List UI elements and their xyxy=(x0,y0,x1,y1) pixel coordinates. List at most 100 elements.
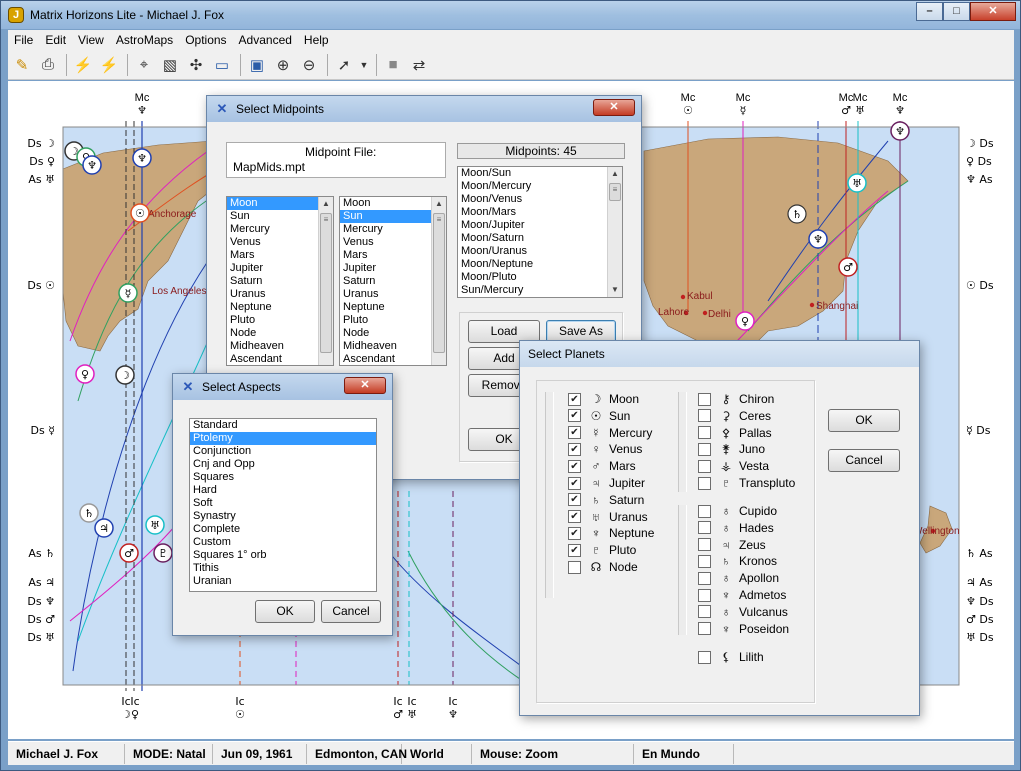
refresh-icon[interactable]: ⇄ xyxy=(407,53,431,77)
planet-row-saturn[interactable]: ✔ ♄ Saturn xyxy=(568,492,644,508)
menu-options[interactable]: Options xyxy=(179,33,232,47)
vesta-checkbox[interactable] xyxy=(698,459,711,473)
close-icon[interactable]: ✕ xyxy=(593,99,635,116)
moon-checkbox[interactable]: ✔ xyxy=(568,392,581,406)
planet-row-admetos[interactable]: ♆ Admetos xyxy=(698,587,786,603)
list-item[interactable]: Moon/Venus xyxy=(458,193,622,206)
list-item[interactable]: Custom xyxy=(190,536,376,549)
planet-row-neptune[interactable]: ✔ ♆ Neptune xyxy=(568,525,654,541)
planet-row-uranus[interactable]: ✔ ♅ Uranus xyxy=(568,509,648,525)
full-map-icon[interactable]: ▣ xyxy=(245,53,269,77)
cupido-checkbox[interactable] xyxy=(698,504,711,518)
mars-checkbox[interactable]: ✔ xyxy=(568,459,581,473)
maximize-button[interactable]: □ xyxy=(943,2,970,21)
poseidon-checkbox[interactable] xyxy=(698,622,711,636)
menu-advanced[interactable]: Advanced xyxy=(233,33,298,47)
planet-row-lilith[interactable]: ⚸ Lilith xyxy=(698,649,764,665)
edit-chart-icon[interactable]: ✎ xyxy=(10,53,34,77)
list-item[interactable]: Soft xyxy=(190,497,376,510)
list-item[interactable]: Hard xyxy=(190,484,376,497)
minimize-button[interactable]: – xyxy=(916,2,943,21)
aspect-set-list[interactable]: Standard Ptolemy Conjunction Cnj and Opp… xyxy=(189,418,377,592)
print-icon[interactable]: ⎙ xyxy=(36,53,60,77)
animate-icon[interactable]: ⚡ xyxy=(71,53,95,77)
pallas-checkbox[interactable] xyxy=(698,426,711,440)
planet-list-a[interactable]: Moon Sun Mercury Venus Mars Jupiter Satu… xyxy=(226,196,334,366)
neptune-checkbox[interactable]: ✔ xyxy=(568,526,581,540)
map-tool-icon[interactable]: ⌖ xyxy=(132,53,156,77)
planet-row-zeus[interactable]: ♃ Zeus xyxy=(698,537,766,553)
planet-row-transpluto[interactable]: ♇ Transpluto xyxy=(698,475,795,491)
planet-row-juno[interactable]: ⚵ Juno xyxy=(698,441,765,457)
menu-file[interactable]: File xyxy=(8,33,39,47)
ceres-checkbox[interactable] xyxy=(698,409,711,423)
list-item[interactable]: Sun/Mercury xyxy=(458,284,622,297)
chiron-checkbox[interactable] xyxy=(698,392,711,406)
planet-lines-icon[interactable]: ✣ xyxy=(184,53,208,77)
list-item[interactable]: Squares xyxy=(190,471,376,484)
vulcanus-checkbox[interactable] xyxy=(698,605,711,619)
list-item[interactable]: Moon/Saturn xyxy=(458,232,622,245)
planet-row-mercury[interactable]: ✔ ☿ Mercury xyxy=(568,425,652,441)
pointer-icon[interactable]: ➚ xyxy=(332,53,356,77)
planet-row-moon[interactable]: ✔ ☽ Moon xyxy=(568,391,639,407)
planet-row-kronos[interactable]: ♄ Kronos xyxy=(698,553,777,569)
title-bar[interactable]: J Matrix Horizons Lite - Michael J. Fox … xyxy=(1,1,1020,29)
admetos-checkbox[interactable] xyxy=(698,588,711,602)
menu-astromaps[interactable]: AstroMaps xyxy=(110,33,179,47)
app-logo-icon[interactable]: J xyxy=(8,7,24,23)
zeus-checkbox[interactable] xyxy=(698,538,711,552)
planet-row-poseidon[interactable]: ♆ Poseidon xyxy=(698,621,789,637)
list-item[interactable]: Uranian xyxy=(190,575,376,588)
planet-row-vesta[interactable]: ⚶ Vesta xyxy=(698,458,769,474)
hades-checkbox[interactable] xyxy=(698,521,711,535)
lilith-checkbox[interactable] xyxy=(698,650,711,664)
planet-row-chiron[interactable]: ⚷ Chiron xyxy=(698,391,774,407)
list-b-scrollbar[interactable]: ▲ ≡ xyxy=(431,197,446,365)
screen-icon[interactable]: ▭ xyxy=(210,53,234,77)
planet-row-node[interactable]: ☊ Node xyxy=(568,559,638,575)
saturn-checkbox[interactable]: ✔ xyxy=(568,493,581,507)
list-item[interactable]: Moon/Sun xyxy=(458,167,622,180)
planet-row-vulcanus[interactable]: ♁ Vulcanus xyxy=(698,604,788,620)
list-item[interactable]: Squares 1° orb xyxy=(190,549,376,562)
node-checkbox[interactable] xyxy=(568,560,581,574)
pairs-list[interactable]: Moon/Sun Moon/Mercury Moon/Venus Moon/Ma… xyxy=(457,166,623,298)
planet-row-jupiter[interactable]: ✔ ♃ Jupiter xyxy=(568,475,645,491)
cancel-button[interactable]: Cancel xyxy=(828,449,900,472)
kronos-checkbox[interactable] xyxy=(698,554,711,568)
planet-row-pluto[interactable]: ✔ ♇ Pluto xyxy=(568,542,636,558)
mercury-checkbox[interactable]: ✔ xyxy=(568,426,581,440)
venus-checkbox[interactable]: ✔ xyxy=(568,442,581,456)
menu-view[interactable]: View xyxy=(72,33,110,47)
pluto-checkbox[interactable]: ✔ xyxy=(568,543,581,557)
dialog-title-bar[interactable]: ✕ Select Aspects ✕ xyxy=(173,374,392,400)
close-button[interactable]: ✕ xyxy=(970,2,1016,21)
planet-row-sun[interactable]: ✔ ☉ Sun xyxy=(568,408,630,424)
transpluto-checkbox[interactable] xyxy=(698,476,711,490)
planet-row-hades[interactable]: ♁ Hades xyxy=(698,520,774,536)
planet-row-cupido[interactable]: ♁ Cupido xyxy=(698,503,777,519)
zoom-out-icon[interactable]: ⊖ xyxy=(297,53,321,77)
uranus-checkbox[interactable]: ✔ xyxy=(568,510,581,524)
planet-row-pallas[interactable]: ⚴ Pallas xyxy=(698,425,772,441)
list-item[interactable]: Complete xyxy=(190,523,376,536)
stop-icon[interactable]: ■ xyxy=(381,53,405,77)
dropdown-arrow-icon[interactable]: ▼ xyxy=(358,53,370,77)
close-icon[interactable]: ✕ xyxy=(344,377,386,394)
select-region-icon[interactable]: ▧ xyxy=(158,53,182,77)
apollon-checkbox[interactable] xyxy=(698,571,711,585)
list-item[interactable]: Conjunction xyxy=(190,445,376,458)
list-item[interactable]: Standard xyxy=(190,419,376,432)
list-item[interactable]: Synastry xyxy=(190,510,376,523)
sun-checkbox[interactable]: ✔ xyxy=(568,409,581,423)
planet-row-apollon[interactable]: ♁ Apollon xyxy=(698,570,779,586)
cancel-button[interactable]: Cancel xyxy=(321,600,381,623)
pairs-scrollbar[interactable]: ▲ ≡ ▼ xyxy=(607,167,622,297)
dialog-title-bar[interactable]: Select Planets xyxy=(520,341,919,367)
list-item[interactable]: Moon/Mars xyxy=(458,206,622,219)
zoom-in-icon[interactable]: ⊕ xyxy=(271,53,295,77)
planet-row-venus[interactable]: ✔ ♀ Venus xyxy=(568,441,642,457)
dialog-title-bar[interactable]: ✕ Select Midpoints ✕ xyxy=(207,96,641,122)
menu-help[interactable]: Help xyxy=(298,33,335,47)
